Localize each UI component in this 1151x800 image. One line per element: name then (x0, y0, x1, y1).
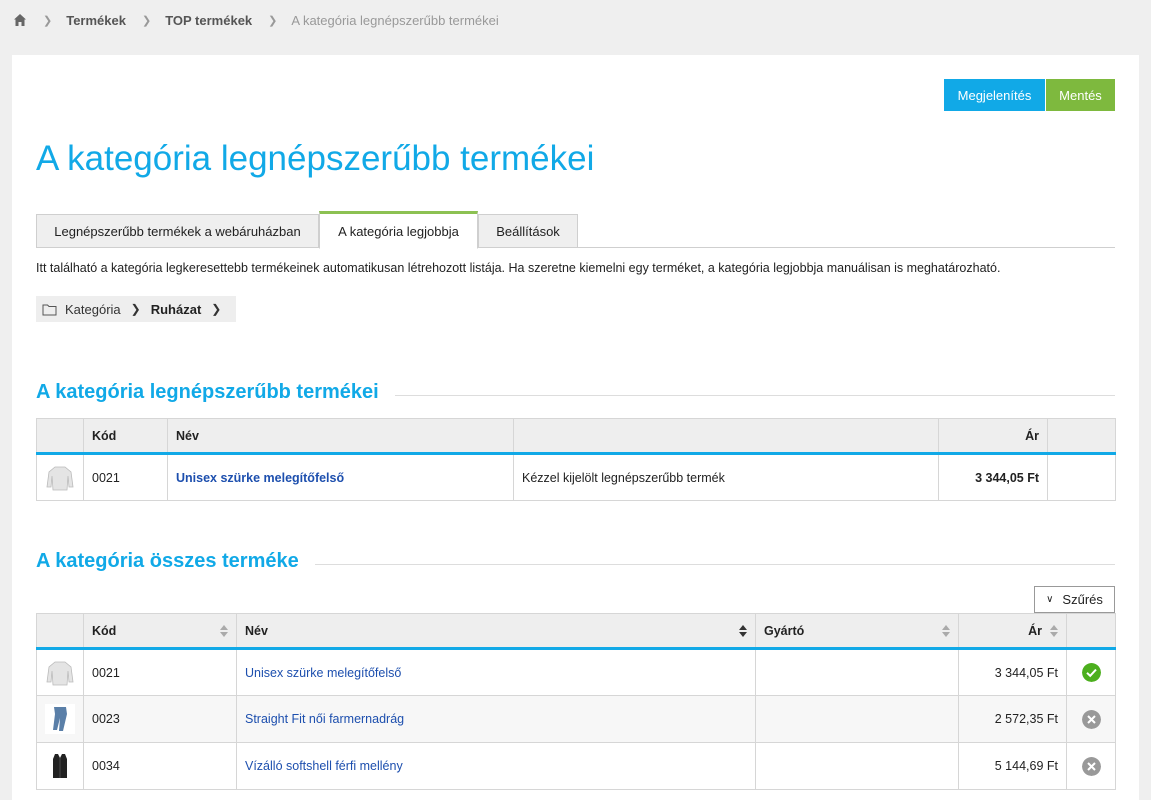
product-maker (755, 695, 959, 743)
chevron-right-icon: ❯ (130, 302, 141, 316)
product-maker (755, 648, 959, 696)
column-header-thumb (36, 418, 84, 455)
product-maker (755, 742, 959, 790)
sort-icon[interactable] (739, 624, 747, 637)
product-code: 0021 (83, 453, 168, 501)
column-header-name[interactable]: Név (236, 613, 756, 650)
category-path[interactable]: Kategória ❯ Ruházat ❯ (36, 296, 236, 322)
product-link[interactable]: Unisex szürke melegítőfelső (176, 471, 344, 485)
product-link[interactable]: Unisex szürke melegítőfelső (245, 666, 401, 680)
home-icon[interactable] (13, 13, 27, 27)
product-price: 5 144,69 Ft (958, 742, 1067, 790)
intro-text: Itt található a kategória legkeresettebb… (36, 261, 1001, 275)
save-button[interactable]: Mentés (1046, 79, 1115, 111)
check-circle-icon[interactable] (1075, 663, 1107, 682)
sort-icon[interactable] (220, 624, 228, 637)
all-products-table: Kód Név Gyártó Ár 0021 Unisex szürke mel… (36, 613, 1116, 790)
section-title-all: A kategória összes terméke (36, 550, 315, 573)
tab-settings[interactable]: Beállítások (478, 214, 578, 248)
chevron-right-icon: ❯ (43, 14, 53, 27)
folder-icon (42, 303, 57, 316)
close-circle-icon[interactable] (1075, 756, 1107, 776)
breadcrumb: ❯ Termékek ❯ TOP termékek ❯ A kategória … (13, 11, 499, 29)
tab-category-best[interactable]: A kategória legjobbja (319, 211, 478, 249)
close-circle-icon[interactable] (1075, 709, 1107, 729)
product-code: 0034 (83, 742, 237, 790)
column-header-code[interactable]: Kód (83, 613, 237, 650)
table-row: 0021 Unisex szürke melegítőfelső 3 344,0… (36, 648, 1116, 696)
sort-icon[interactable] (942, 624, 950, 637)
column-header-actions (1047, 418, 1116, 455)
filter-label: Szűrés (1062, 592, 1103, 607)
filter-button[interactable]: ∨ Szűrés (1034, 586, 1115, 613)
table-row: 0021 Unisex szürke melegítőfelső Kézzel … (36, 453, 1116, 501)
column-header-note (513, 418, 939, 455)
row-actions (1047, 453, 1116, 501)
product-code: 0021 (83, 648, 237, 696)
product-link[interactable]: Straight Fit női farmernadrág (245, 712, 404, 726)
product-price: 3 344,05 Ft (958, 648, 1067, 696)
product-price: 2 572,35 Ft (958, 695, 1067, 743)
table-row: 0023 Straight Fit női farmernadrág 2 572… (36, 695, 1116, 743)
top-products-table: Kód Név Ár 0021 Unisex szürke melegítőfe… (36, 418, 1116, 501)
section-title-top: A kategória legnépszerűbb termékei (36, 381, 395, 404)
sort-icon[interactable] (1050, 624, 1058, 637)
product-price: 3 344,05 Ft (938, 453, 1048, 501)
chevron-right-icon: ❯ (268, 14, 278, 27)
product-thumbnail (45, 658, 75, 688)
view-button[interactable]: Megjelenítés (944, 79, 1045, 111)
category-label: Kategória (65, 301, 121, 317)
table-row: 0034 Vízálló softshell férfi mellény 5 1… (36, 742, 1116, 790)
product-link[interactable]: Vízálló softshell férfi mellény (245, 759, 403, 773)
chevron-down-icon: ∨ (1046, 594, 1054, 605)
product-note: Kézzel kijelölt legnépszerűbb termék (513, 453, 939, 501)
product-thumbnail (45, 463, 75, 493)
breadcrumb-current: A kategória legnépszerűbb termékei (291, 12, 499, 28)
chevron-right-icon[interactable]: ❯ (211, 302, 221, 316)
column-header-price: Ár (938, 418, 1048, 455)
column-header-thumb (36, 613, 84, 650)
breadcrumb-item-products[interactable]: Termékek (66, 13, 126, 28)
category-current[interactable]: Ruházat (151, 302, 202, 317)
chevron-right-icon: ❯ (141, 14, 152, 27)
page-title: A kategória legnépszerűbb termékei (36, 139, 595, 178)
column-header-status (1066, 613, 1116, 650)
column-header-price[interactable]: Ár (958, 613, 1067, 650)
product-thumbnail (45, 704, 75, 734)
column-header-maker[interactable]: Gyártó (755, 613, 959, 650)
content-card: Megjelenítés Mentés A kategória legnépsz… (12, 55, 1139, 800)
product-thumbnail (45, 751, 75, 781)
column-header-code: Kód (83, 418, 168, 455)
breadcrumb-item-top-products[interactable]: TOP termékek (165, 13, 252, 28)
tab-bar: Legnépszerűbb termékek a webáruházban A … (36, 211, 1115, 249)
column-header-name: Név (167, 418, 514, 455)
product-code: 0023 (83, 695, 237, 743)
tab-store-top[interactable]: Legnépszerűbb termékek a webáruházban (36, 214, 319, 248)
